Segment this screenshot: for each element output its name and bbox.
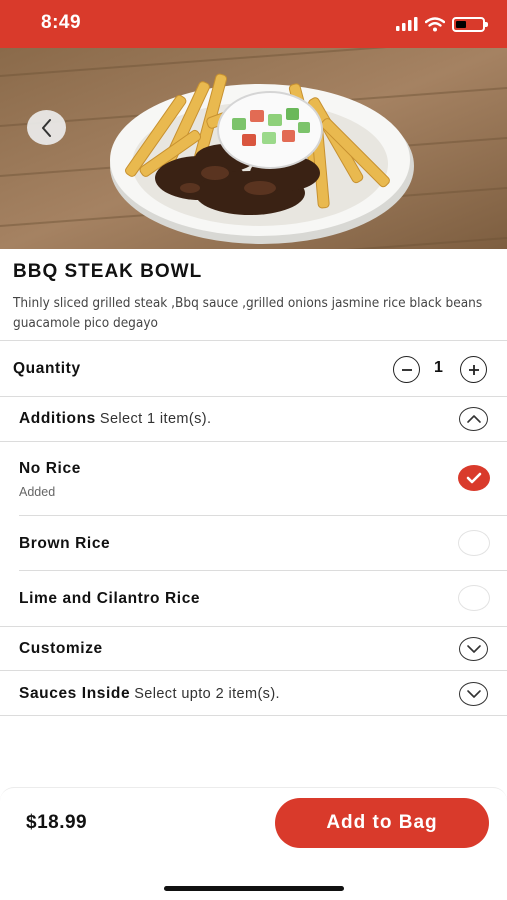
customize-label[interactable]: Customize [19,640,103,658]
home-indicator[interactable] [164,886,344,891]
option-label: Lime and Cilantro Rice [19,590,201,607]
divider [19,515,507,516]
chevron-down-icon [466,645,481,653]
sauces-sub: Select upto 2 item(s). [134,686,280,702]
customize-expand-button[interactable] [459,637,488,661]
option-status: Added [19,485,56,499]
chevron-down-icon [466,690,481,698]
additions-collapse-button[interactable] [459,407,488,431]
status-time: 8:49 [41,12,82,33]
minus-icon [401,368,412,371]
sauces-header[interactable]: Sauces Inside Select upto 2 item(s). [19,685,280,703]
chevron-left-icon [41,118,51,137]
divider [0,340,507,341]
battery-icon [452,16,488,32]
divider [0,441,507,442]
checkmark-icon[interactable] [458,465,490,491]
wifi-icon [425,16,445,31]
additions-label: Additions [19,410,96,427]
divider [19,570,507,571]
sauces-label: Sauces Inside [19,685,131,702]
plus-icon [468,364,479,375]
back-button[interactable] [27,110,66,145]
option-label: No Rice [19,460,81,477]
radio-button[interactable] [458,530,490,556]
status-icons [396,14,488,34]
divider [0,396,507,397]
chevron-up-icon [466,415,481,423]
additions-header[interactable]: Additions Select 1 item(s). [19,410,211,428]
product-title: BBQ STEAK BOWL [13,261,203,282]
decrease-quantity-button[interactable] [393,356,420,383]
increase-quantity-button[interactable] [460,356,487,383]
quantity-value: 1 [434,359,443,376]
divider [0,715,507,716]
product-description: Thinly sliced grilled steak ,Bbq sauce ,… [13,295,483,331]
additions-sub: Select 1 item(s). [99,411,212,427]
signal-icon [396,17,418,31]
radio-button[interactable] [458,585,490,611]
status-bar: 8:49 [0,0,507,48]
option-label: Brown Rice [19,535,111,552]
divider [0,626,507,627]
product-image [0,48,507,249]
divider [0,670,507,671]
sauces-expand-button[interactable] [459,682,488,706]
quantity-label: Quantity [13,360,81,377]
total-price: $18.99 [26,812,88,833]
add-to-bag-button[interactable]: Add to Bag [275,798,489,848]
